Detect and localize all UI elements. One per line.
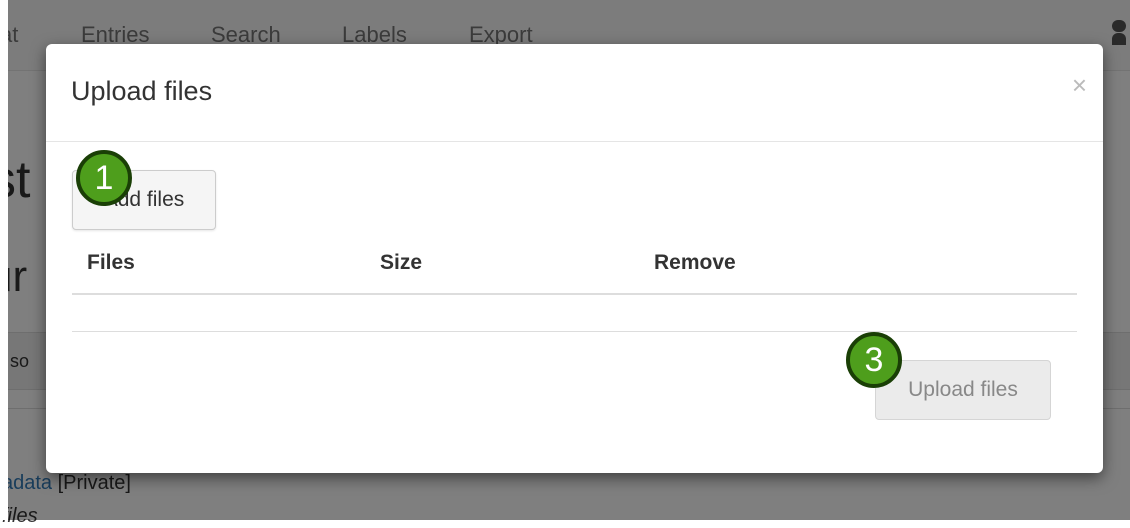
step-badge-1: 1 (76, 150, 132, 206)
column-header-size: Size (380, 251, 423, 274)
modal-title: Upload files (71, 76, 213, 106)
window-edge (0, 0, 8, 520)
table-footer-divider (72, 331, 1077, 332)
column-header-files: Files (87, 251, 135, 274)
modal-header: Upload files × (46, 44, 1103, 142)
close-icon[interactable]: × (1072, 72, 1087, 98)
table-header-divider (72, 293, 1077, 295)
column-header-remove: Remove (654, 251, 736, 274)
upload-files-modal: Upload files × Add files Files Size Remo… (46, 44, 1103, 473)
step-badge-3: 3 (846, 332, 902, 388)
upload-files-button[interactable]: Upload files (875, 360, 1051, 420)
